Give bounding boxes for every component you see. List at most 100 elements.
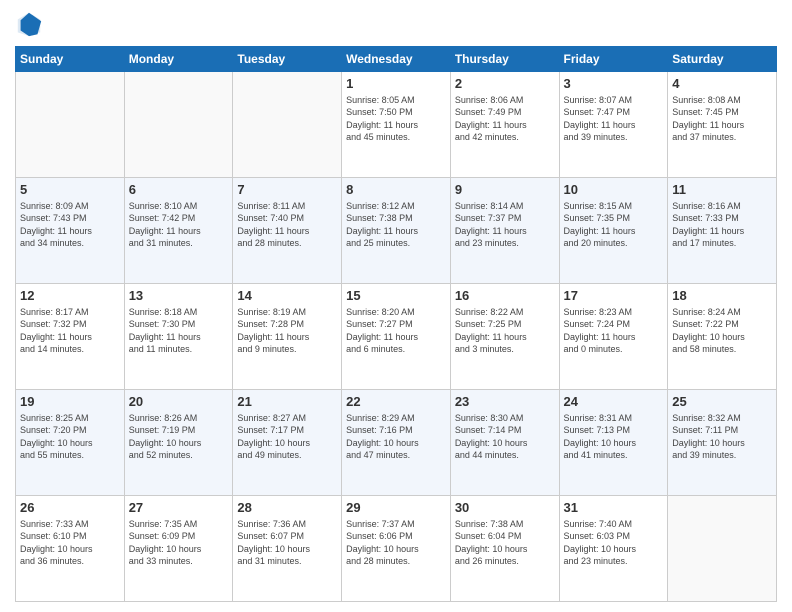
calendar-cell: 4Sunrise: 8:08 AM Sunset: 7:45 PM Daylig… xyxy=(668,72,777,178)
day-info: Sunrise: 7:35 AM Sunset: 6:09 PM Dayligh… xyxy=(129,518,229,568)
calendar-cell: 24Sunrise: 8:31 AM Sunset: 7:13 PM Dayli… xyxy=(559,390,668,496)
day-info: Sunrise: 8:05 AM Sunset: 7:50 PM Dayligh… xyxy=(346,94,446,144)
day-info: Sunrise: 8:25 AM Sunset: 7:20 PM Dayligh… xyxy=(20,412,120,462)
day-number: 19 xyxy=(20,393,120,411)
calendar-cell xyxy=(668,496,777,602)
day-info: Sunrise: 8:07 AM Sunset: 7:47 PM Dayligh… xyxy=(564,94,664,144)
day-info: Sunrise: 7:33 AM Sunset: 6:10 PM Dayligh… xyxy=(20,518,120,568)
calendar-cell: 15Sunrise: 8:20 AM Sunset: 7:27 PM Dayli… xyxy=(342,284,451,390)
calendar-cell: 16Sunrise: 8:22 AM Sunset: 7:25 PM Dayli… xyxy=(450,284,559,390)
day-number: 18 xyxy=(672,287,772,305)
day-info: Sunrise: 8:18 AM Sunset: 7:30 PM Dayligh… xyxy=(129,306,229,356)
weekday-header-saturday: Saturday xyxy=(668,47,777,72)
calendar-cell: 23Sunrise: 8:30 AM Sunset: 7:14 PM Dayli… xyxy=(450,390,559,496)
calendar-cell: 14Sunrise: 8:19 AM Sunset: 7:28 PM Dayli… xyxy=(233,284,342,390)
day-number: 15 xyxy=(346,287,446,305)
day-info: Sunrise: 8:17 AM Sunset: 7:32 PM Dayligh… xyxy=(20,306,120,356)
calendar-cell: 3Sunrise: 8:07 AM Sunset: 7:47 PM Daylig… xyxy=(559,72,668,178)
calendar-cell xyxy=(124,72,233,178)
day-info: Sunrise: 8:12 AM Sunset: 7:38 PM Dayligh… xyxy=(346,200,446,250)
day-number: 6 xyxy=(129,181,229,199)
day-info: Sunrise: 8:31 AM Sunset: 7:13 PM Dayligh… xyxy=(564,412,664,462)
day-number: 24 xyxy=(564,393,664,411)
day-number: 17 xyxy=(564,287,664,305)
weekday-header-tuesday: Tuesday xyxy=(233,47,342,72)
day-number: 9 xyxy=(455,181,555,199)
day-number: 2 xyxy=(455,75,555,93)
calendar-cell: 30Sunrise: 7:38 AM Sunset: 6:04 PM Dayli… xyxy=(450,496,559,602)
header xyxy=(15,10,777,38)
calendar-cell: 17Sunrise: 8:23 AM Sunset: 7:24 PM Dayli… xyxy=(559,284,668,390)
day-number: 1 xyxy=(346,75,446,93)
day-info: Sunrise: 8:06 AM Sunset: 7:49 PM Dayligh… xyxy=(455,94,555,144)
calendar-cell: 13Sunrise: 8:18 AM Sunset: 7:30 PM Dayli… xyxy=(124,284,233,390)
day-info: Sunrise: 8:09 AM Sunset: 7:43 PM Dayligh… xyxy=(20,200,120,250)
day-number: 8 xyxy=(346,181,446,199)
week-row-1: 1Sunrise: 8:05 AM Sunset: 7:50 PM Daylig… xyxy=(16,72,777,178)
weekday-header-row: SundayMondayTuesdayWednesdayThursdayFrid… xyxy=(16,47,777,72)
logo xyxy=(15,10,47,38)
day-number: 10 xyxy=(564,181,664,199)
calendar-cell: 27Sunrise: 7:35 AM Sunset: 6:09 PM Dayli… xyxy=(124,496,233,602)
day-number: 22 xyxy=(346,393,446,411)
page: SundayMondayTuesdayWednesdayThursdayFrid… xyxy=(0,0,792,612)
calendar-cell: 26Sunrise: 7:33 AM Sunset: 6:10 PM Dayli… xyxy=(16,496,125,602)
day-info: Sunrise: 8:08 AM Sunset: 7:45 PM Dayligh… xyxy=(672,94,772,144)
day-info: Sunrise: 7:38 AM Sunset: 6:04 PM Dayligh… xyxy=(455,518,555,568)
day-info: Sunrise: 8:22 AM Sunset: 7:25 PM Dayligh… xyxy=(455,306,555,356)
day-number: 25 xyxy=(672,393,772,411)
weekday-header-sunday: Sunday xyxy=(16,47,125,72)
week-row-4: 19Sunrise: 8:25 AM Sunset: 7:20 PM Dayli… xyxy=(16,390,777,496)
day-info: Sunrise: 7:36 AM Sunset: 6:07 PM Dayligh… xyxy=(237,518,337,568)
day-number: 29 xyxy=(346,499,446,517)
day-number: 12 xyxy=(20,287,120,305)
week-row-5: 26Sunrise: 7:33 AM Sunset: 6:10 PM Dayli… xyxy=(16,496,777,602)
calendar-cell: 20Sunrise: 8:26 AM Sunset: 7:19 PM Dayli… xyxy=(124,390,233,496)
day-info: Sunrise: 7:37 AM Sunset: 6:06 PM Dayligh… xyxy=(346,518,446,568)
calendar-cell: 6Sunrise: 8:10 AM Sunset: 7:42 PM Daylig… xyxy=(124,178,233,284)
day-info: Sunrise: 7:40 AM Sunset: 6:03 PM Dayligh… xyxy=(564,518,664,568)
day-number: 20 xyxy=(129,393,229,411)
day-number: 23 xyxy=(455,393,555,411)
week-row-3: 12Sunrise: 8:17 AM Sunset: 7:32 PM Dayli… xyxy=(16,284,777,390)
calendar-cell: 28Sunrise: 7:36 AM Sunset: 6:07 PM Dayli… xyxy=(233,496,342,602)
day-info: Sunrise: 8:30 AM Sunset: 7:14 PM Dayligh… xyxy=(455,412,555,462)
day-number: 30 xyxy=(455,499,555,517)
calendar-cell: 9Sunrise: 8:14 AM Sunset: 7:37 PM Daylig… xyxy=(450,178,559,284)
day-number: 26 xyxy=(20,499,120,517)
calendar-cell: 7Sunrise: 8:11 AM Sunset: 7:40 PM Daylig… xyxy=(233,178,342,284)
day-info: Sunrise: 8:10 AM Sunset: 7:42 PM Dayligh… xyxy=(129,200,229,250)
day-number: 14 xyxy=(237,287,337,305)
day-number: 27 xyxy=(129,499,229,517)
day-info: Sunrise: 8:15 AM Sunset: 7:35 PM Dayligh… xyxy=(564,200,664,250)
day-info: Sunrise: 8:24 AM Sunset: 7:22 PM Dayligh… xyxy=(672,306,772,356)
calendar-table: SundayMondayTuesdayWednesdayThursdayFrid… xyxy=(15,46,777,602)
day-number: 21 xyxy=(237,393,337,411)
day-info: Sunrise: 8:20 AM Sunset: 7:27 PM Dayligh… xyxy=(346,306,446,356)
day-number: 28 xyxy=(237,499,337,517)
calendar-cell: 12Sunrise: 8:17 AM Sunset: 7:32 PM Dayli… xyxy=(16,284,125,390)
day-number: 7 xyxy=(237,181,337,199)
logo-icon xyxy=(15,10,43,38)
calendar-cell: 19Sunrise: 8:25 AM Sunset: 7:20 PM Dayli… xyxy=(16,390,125,496)
calendar-cell: 11Sunrise: 8:16 AM Sunset: 7:33 PM Dayli… xyxy=(668,178,777,284)
week-row-2: 5Sunrise: 8:09 AM Sunset: 7:43 PM Daylig… xyxy=(16,178,777,284)
day-info: Sunrise: 8:19 AM Sunset: 7:28 PM Dayligh… xyxy=(237,306,337,356)
day-info: Sunrise: 8:16 AM Sunset: 7:33 PM Dayligh… xyxy=(672,200,772,250)
day-info: Sunrise: 8:29 AM Sunset: 7:16 PM Dayligh… xyxy=(346,412,446,462)
day-number: 13 xyxy=(129,287,229,305)
day-number: 3 xyxy=(564,75,664,93)
calendar-cell xyxy=(233,72,342,178)
calendar-cell: 2Sunrise: 8:06 AM Sunset: 7:49 PM Daylig… xyxy=(450,72,559,178)
calendar-cell: 29Sunrise: 7:37 AM Sunset: 6:06 PM Dayli… xyxy=(342,496,451,602)
day-number: 11 xyxy=(672,181,772,199)
day-number: 4 xyxy=(672,75,772,93)
weekday-header-monday: Monday xyxy=(124,47,233,72)
calendar-cell: 5Sunrise: 8:09 AM Sunset: 7:43 PM Daylig… xyxy=(16,178,125,284)
weekday-header-wednesday: Wednesday xyxy=(342,47,451,72)
calendar-cell: 22Sunrise: 8:29 AM Sunset: 7:16 PM Dayli… xyxy=(342,390,451,496)
day-info: Sunrise: 8:26 AM Sunset: 7:19 PM Dayligh… xyxy=(129,412,229,462)
day-number: 5 xyxy=(20,181,120,199)
calendar-cell: 18Sunrise: 8:24 AM Sunset: 7:22 PM Dayli… xyxy=(668,284,777,390)
calendar-cell: 1Sunrise: 8:05 AM Sunset: 7:50 PM Daylig… xyxy=(342,72,451,178)
